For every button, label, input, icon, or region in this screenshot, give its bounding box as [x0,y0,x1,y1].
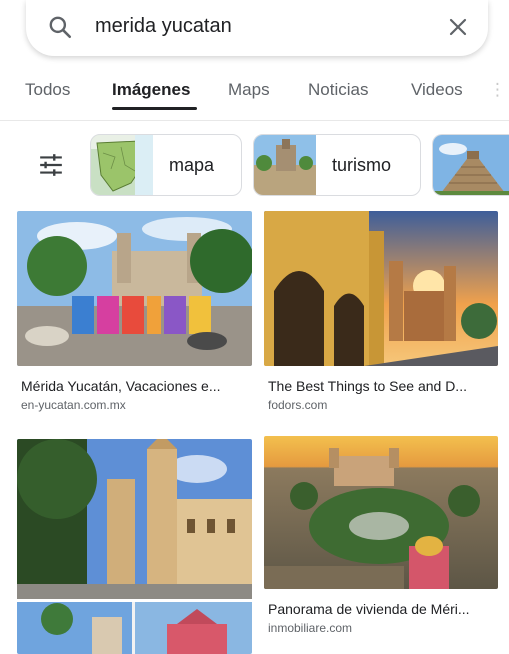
aerial-panorama-photo-icon [264,436,498,589]
tab-imagenes[interactable]: Imágenes [112,80,190,100]
search-icon[interactable] [47,14,73,40]
result-source: en-yucatan.com.mx [21,398,126,412]
map-thumbnail-icon [91,135,153,195]
result-image-aerial-panorama[interactable] [264,436,498,589]
search-bar[interactable]: merida yucatan [26,0,488,56]
result-image-cathedral[interactable] [17,439,252,654]
filter-icon[interactable] [38,152,64,178]
tab-todos[interactable]: Todos [25,80,70,100]
merida-sign-photo-icon [17,211,252,366]
chip-mapa[interactable]: mapa [90,134,242,196]
active-tab-indicator [112,107,197,110]
search-input[interactable]: merida yucatan [95,15,232,38]
result-image-merida-sign[interactable] [17,211,252,366]
result-title[interactable]: Mérida Yucatán, Vacaciones e... [21,378,221,394]
result-source: inmobiliare.com [268,621,353,635]
result-title[interactable]: Panorama de vivienda de Méri... [268,601,470,617]
tabs-divider [0,120,509,121]
pyramid-thumbnail-icon [433,135,509,195]
chip-label: turismo [332,155,392,175]
tab-noticias[interactable]: Noticias [308,80,368,100]
cathedral-photo-icon [17,439,252,654]
result-image-street-arcade[interactable] [264,211,498,366]
tab-videos[interactable]: Videos [411,80,463,100]
result-title[interactable]: The Best Things to See and D... [268,378,467,394]
tab-overflow-divider: ⋮ [489,80,506,99]
tab-maps[interactable]: Maps [228,80,270,100]
chip-pyramid[interactable] [432,134,509,196]
chip-turismo[interactable]: turismo [253,134,421,196]
street-arcade-photo-icon [264,211,498,366]
tourism-thumbnail-icon [254,135,316,195]
result-source: fodors.com [268,398,328,412]
chip-label: mapa [169,155,215,175]
clear-icon[interactable] [446,15,470,39]
search-tabs: Todos Imágenes Maps Noticias Videos ⋮ [0,70,509,118]
